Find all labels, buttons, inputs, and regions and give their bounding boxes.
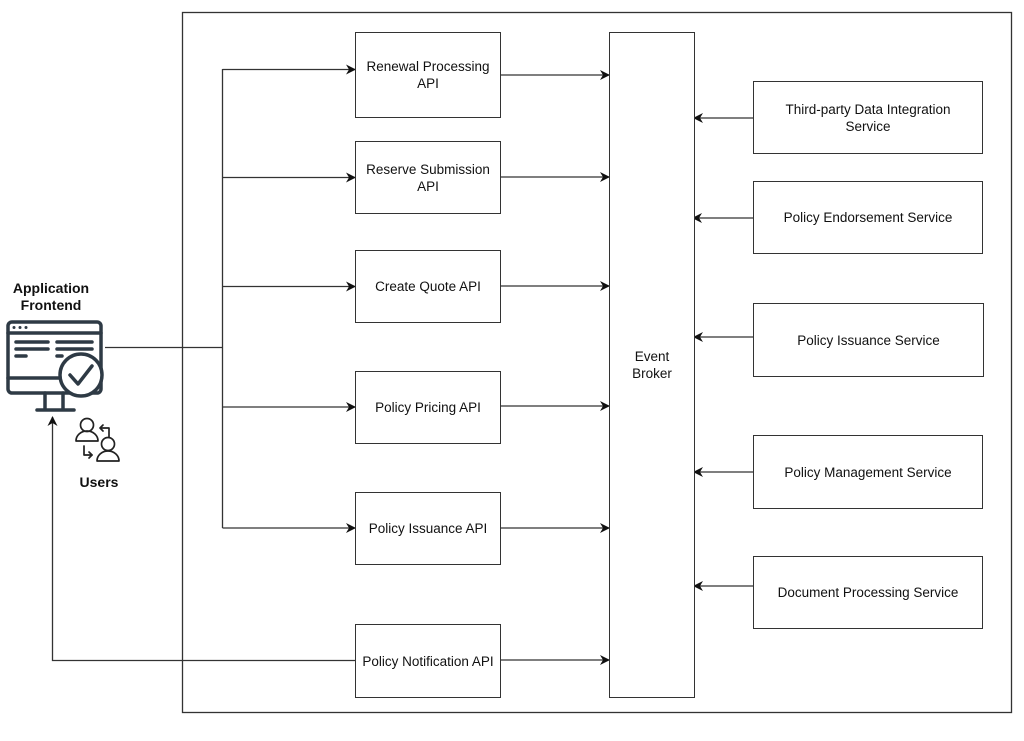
api-label: Reserve Submission (366, 161, 490, 177)
api-reserve[interactable]: Reserve Submission API (355, 141, 501, 214)
service-label: Document Processing Service (777, 585, 959, 600)
service-label: Service (845, 118, 891, 134)
api-quote[interactable]: Create Quote API (355, 250, 501, 323)
frontend-label-line2: Frontend (20, 297, 82, 313)
broker-label: Broker (632, 366, 672, 381)
service-label: Policy Management Service (784, 464, 952, 480)
edge-notification-frontend (47, 416, 355, 662)
api-issuance[interactable]: Policy Issuance API (355, 492, 501, 565)
frontend-label-line1: Application (12, 280, 90, 296)
api-label: Renewal Processing (366, 59, 490, 74)
api-renewal[interactable]: Renewal Processing API (355, 32, 501, 118)
users-label: Users (79, 474, 119, 490)
service-endorsement[interactable]: Policy Endorsement Service (753, 181, 983, 254)
api-label: Policy Notification API (362, 653, 494, 669)
service-label: Third-party Data Integration (785, 101, 951, 117)
users-exchange-icon (75, 417, 120, 462)
api-label: API (417, 178, 439, 194)
service-management[interactable]: Policy Management Service (753, 435, 983, 509)
broker-label: Event (634, 349, 670, 364)
api-label: Policy Pricing API (375, 400, 481, 415)
api-label: Policy Issuance API (368, 521, 488, 536)
service-issuance[interactable]: Policy Issuance Service (753, 303, 984, 377)
event-broker[interactable]: Event Broker (609, 32, 695, 698)
api-pricing[interactable]: Policy Pricing API (355, 371, 501, 444)
api-notification[interactable]: Policy Notification API (355, 624, 501, 698)
web-app-check-icon (6, 320, 104, 412)
service-thirdparty[interactable]: Third-party Data Integration Service (753, 81, 983, 154)
api-label: API (417, 76, 439, 91)
api-label: Create Quote API (375, 279, 481, 294)
service-label: Policy Issuance Service (797, 332, 940, 348)
frontend-label: Application Frontend (0, 280, 102, 314)
service-label: Policy Endorsement Service (783, 210, 953, 225)
service-document[interactable]: Document Processing Service (753, 556, 983, 629)
window-dots (12, 326, 28, 329)
